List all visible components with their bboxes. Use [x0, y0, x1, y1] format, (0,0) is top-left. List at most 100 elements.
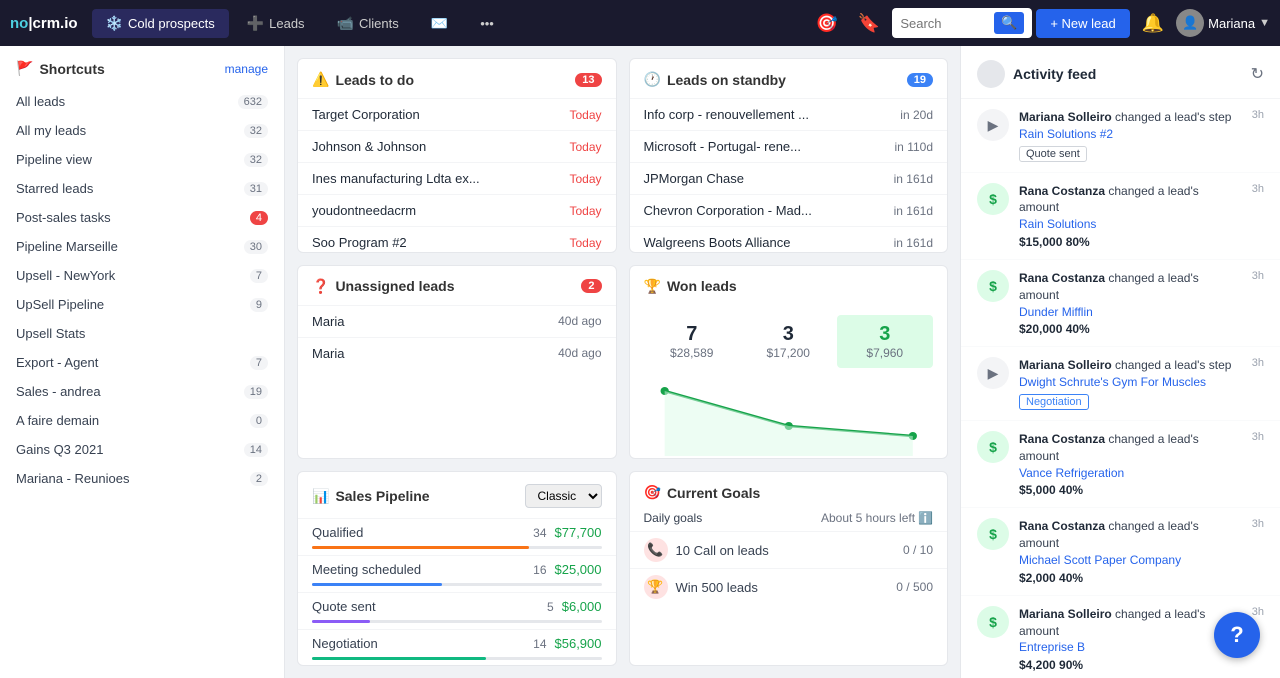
lead-row[interactable]: youdontneedacrm Today — [298, 194, 616, 226]
activity-item: ▶ Mariana Solleiro changed a lead's step… — [961, 347, 1280, 421]
sidebar-title: 🚩 Shortcuts — [16, 60, 105, 77]
target-icon-btn[interactable]: 🎯 — [807, 9, 845, 38]
standby-row[interactable]: Walgreens Boots Alliance in 161d — [630, 226, 948, 253]
pipeline-select[interactable]: Classic — [525, 484, 602, 508]
sidebar-badge: 632 — [238, 95, 268, 109]
activity-company-link[interactable]: Michael Scott Paper Company — [1019, 553, 1181, 567]
leads-on-standby-card: 🕐 Leads on standby 19 Info corp - renouv… — [629, 58, 949, 253]
activity-company-link[interactable]: Rain Solutions — [1019, 217, 1096, 231]
sidebar-item-pipeline-view[interactable]: Pipeline view 32 — [0, 145, 284, 174]
notifications-button[interactable]: 🔔 — [1134, 9, 1172, 38]
clock-icon: 🕐 — [644, 71, 661, 88]
lead-row[interactable]: Soo Program #2 Today — [298, 226, 616, 253]
goals-time: About 5 hours left ℹ️ — [821, 511, 933, 525]
activity-text: Rana Costanza changed a lead's amount Ra… — [1019, 183, 1238, 233]
user-dropdown-arrow[interactable]: ▼ — [1259, 17, 1270, 29]
more-icon: ••• — [480, 16, 494, 31]
activity-avatar-dollar: $ — [977, 270, 1009, 302]
activity-time: 3h — [1252, 431, 1264, 443]
sidebar-item-all-leads[interactable]: All leads 632 — [0, 87, 284, 116]
search-button[interactable]: 🔍 — [994, 12, 1024, 34]
sidebar-item-gains-q3[interactable]: Gains Q3 2021 14 — [0, 435, 284, 464]
activity-item: $ Rana Costanza changed a lead's amount … — [961, 421, 1280, 508]
activity-item: $ Rana Costanza changed a lead's amount … — [961, 508, 1280, 595]
pipeline-row-negotiation[interactable]: Negotiation 14 $56,900 — [298, 629, 616, 657]
sidebar-header: 🚩 Shortcuts manage — [0, 46, 284, 87]
unassigned-leads-title: ❓ Unassigned leads — [312, 278, 454, 295]
won-col-m1: 3 $17,200 — [740, 315, 837, 368]
activity-company-link[interactable]: Vance Refrigeration — [1019, 466, 1124, 480]
lead-row[interactable]: Johnson & Johnson Today — [298, 130, 616, 162]
won-leads-card: 🏆 Won leads 7 $28,589 3 $17,200 3 $7,960 — [629, 265, 949, 460]
sidebar-badge: 31 — [244, 182, 268, 196]
sidebar-badge: 7 — [250, 356, 268, 370]
lead-row[interactable]: Ines manufacturing Ldta ex... Today — [298, 162, 616, 194]
sidebar-item-upsell-ny[interactable]: Upsell - NewYork 7 — [0, 261, 284, 290]
unassigned-row[interactable]: Maria 40d ago — [298, 337, 616, 369]
sidebar-item-post-sales[interactable]: Post-sales tasks 4 — [0, 203, 284, 232]
bookmark-icon-btn[interactable]: 🔖 — [850, 9, 888, 38]
standby-row[interactable]: Info corp - renouvellement ... in 20d — [630, 98, 948, 130]
lead-row[interactable]: Target Corporation Today — [298, 98, 616, 130]
activity-body: Mariana Solleiro changed a lead's step R… — [1019, 109, 1238, 162]
goal-row-calls: 📞 10 Call on leads 0 / 10 — [630, 531, 948, 568]
sidebar-item-upsell-stats[interactable]: Upsell Stats — [0, 319, 284, 348]
activity-body: Rana Costanza changed a lead's amount Ra… — [1019, 183, 1238, 249]
activity-body: Rana Costanza changed a lead's amount Du… — [1019, 270, 1238, 336]
pipeline-icon: 📊 — [312, 488, 329, 505]
activity-avatar-play: ▶ — [977, 109, 1009, 141]
leads-to-do-count: 13 — [575, 73, 601, 87]
sidebar-item-export-agent[interactable]: Export - Agent 7 — [0, 348, 284, 377]
activity-company-link[interactable]: Entreprise B — [1019, 640, 1085, 654]
activity-company-link[interactable]: Dwight Schrute's Gym For Muscles — [1019, 375, 1206, 389]
sidebar-item-mariana-reunioes[interactable]: Mariana - Reunioes 2 — [0, 464, 284, 493]
nav-tab-leads[interactable]: ➕ Leads — [233, 9, 319, 38]
refresh-button[interactable]: ↻ — [1251, 64, 1264, 84]
leads-on-standby-header: 🕐 Leads on standby 19 — [630, 59, 948, 98]
goal-row-wins: 🏆 Win 500 leads 0 / 500 — [630, 568, 948, 605]
nav-tab-clients-label: Clients — [359, 16, 399, 31]
activity-company-link[interactable]: Dunder Mifflin — [1019, 305, 1093, 319]
target-icon: 🎯 — [644, 484, 661, 501]
sidebar-item-pipeline-marseille[interactable]: Pipeline Marseille 30 — [0, 232, 284, 261]
search-input[interactable] — [900, 16, 988, 31]
win-icon: 🏆 — [644, 575, 668, 599]
won-col-m2: 7 $28,589 — [644, 315, 741, 368]
nav-tab-leads-label: Leads — [269, 16, 304, 31]
flag-icon: 🚩 — [16, 60, 33, 77]
sidebar-badge: 32 — [244, 124, 268, 138]
activity-company-link[interactable]: Rain Solutions #2 — [1019, 127, 1113, 141]
standby-row[interactable]: Chevron Corporation - Mad... in 161d — [630, 194, 948, 226]
sidebar: 🚩 Shortcuts manage All leads 632 All my … — [0, 46, 285, 678]
pipeline-row-meeting[interactable]: Meeting scheduled 16 $25,000 — [298, 555, 616, 583]
activity-time: 3h — [1252, 183, 1264, 195]
sidebar-item-starred-leads[interactable]: Starred leads 31 — [0, 174, 284, 203]
pipeline-row-qualified[interactable]: Qualified 34 $77,700 — [298, 518, 616, 546]
sidebar-item-label: All my leads — [16, 123, 86, 138]
standby-row[interactable]: JPMorgan Chase in 161d — [630, 162, 948, 194]
sidebar-item-label: Upsell Stats — [16, 326, 85, 341]
sidebar-item-all-my-leads[interactable]: All my leads 32 — [0, 116, 284, 145]
nav-tab-more[interactable]: ••• — [466, 10, 508, 37]
sidebar-item-upsell-pipeline[interactable]: UpSell Pipeline 9 — [0, 290, 284, 319]
help-button[interactable]: ? — [1214, 612, 1260, 658]
sidebar-item-label: Gains Q3 2021 — [16, 442, 103, 457]
sidebar-item-sales-andrea[interactable]: Sales - andrea 19 — [0, 377, 284, 406]
sidebar-item-label: Pipeline view — [16, 152, 92, 167]
activity-badge-blue: Negotiation — [1019, 394, 1089, 410]
sidebar-item-a-faire-demain[interactable]: A faire demain 0 — [0, 406, 284, 435]
activity-avatar-dollar: $ — [977, 431, 1009, 463]
nav-tab-clients[interactable]: 📹 Clients — [323, 9, 413, 38]
manage-link[interactable]: manage — [225, 62, 268, 76]
pipeline-row-quote[interactable]: Quote sent 5 $6,000 — [298, 592, 616, 620]
nav-tab-cold-prospects[interactable]: ❄️ Cold prospects — [92, 9, 229, 38]
new-lead-button[interactable]: + New lead — [1036, 9, 1129, 38]
call-icon: 📞 — [644, 538, 668, 562]
standby-row[interactable]: Microsoft - Portugal- rene... in 110d — [630, 130, 948, 162]
activity-avatar-play: ▶ — [977, 357, 1009, 389]
activity-amount: $20,000 40% — [1019, 322, 1238, 336]
won-col-this-month: 3 $7,960 — [837, 315, 934, 368]
unassigned-row[interactable]: Maria 40d ago — [298, 305, 616, 337]
main-layout: 🚩 Shortcuts manage All leads 632 All my … — [0, 46, 1280, 678]
nav-tab-email[interactable]: ✉️ — [417, 9, 462, 38]
